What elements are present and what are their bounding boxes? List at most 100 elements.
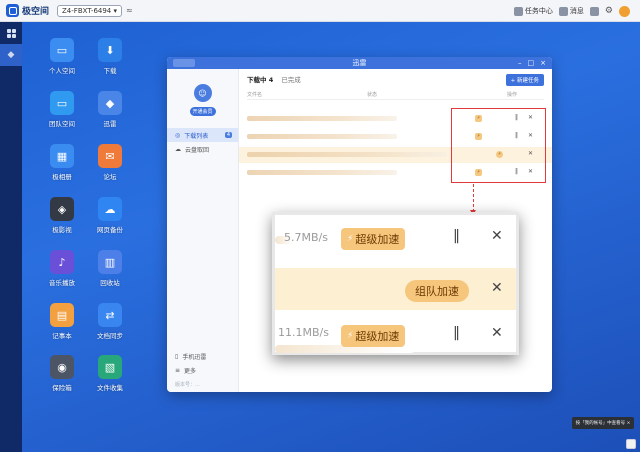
desktop-icon-label: 记事本	[52, 332, 72, 340]
desktop-icon[interactable]: ▭ 个人空间	[37, 38, 87, 75]
desktop-icon[interactable]: ◉ 保险箱	[37, 355, 87, 392]
sidebar-item-download-list[interactable]: ◎ 下载列表 4	[167, 128, 238, 142]
maximize-icon[interactable]: □	[528, 59, 535, 67]
task-name-blurred	[247, 170, 397, 175]
phone-icon: ▯	[175, 352, 179, 360]
desktop-icon-label: 论坛	[103, 173, 117, 181]
gear-icon[interactable]: ⚙	[605, 6, 613, 16]
desktop-icon-label: 文件收集	[97, 384, 123, 392]
desktop-icon[interactable]: ▥ 回收站	[85, 250, 135, 287]
app-icon: ♪	[50, 250, 74, 274]
sidebar-item-label: 手机迅雷	[182, 353, 207, 361]
column-action: 操作	[507, 92, 518, 98]
top-bar: 极空间 Z4-FBXT-6494 ▾ ≈ 任务中心 消息 ⚙	[0, 0, 640, 22]
app-icon: ◉	[50, 355, 74, 379]
zoom-callout: 5.7MB/s ⚡ 超级加速 ‖ ✕ 组队加速 ✕ 11.1MB/s ⚡ 超级加…	[272, 212, 519, 355]
bell-icon	[558, 6, 568, 16]
desktop-icon[interactable]: ⬇ 下载	[85, 38, 135, 75]
tab-downloading[interactable]: 下载中 4	[247, 74, 273, 84]
app-icon: ▭	[50, 38, 74, 62]
tab-completed[interactable]: 已完成	[281, 74, 301, 84]
corner-widget-icon[interactable]	[626, 439, 636, 449]
sidebar-item-label: 下载列表	[184, 132, 209, 140]
sidebar-item-more[interactable]: ≡ 更多	[167, 363, 239, 377]
desktop-icon-label: 团队空间	[49, 120, 75, 128]
wifi-icon: ≈	[126, 6, 133, 15]
column-name: 文件名	[247, 92, 263, 98]
app-icon: ▦	[50, 144, 74, 168]
callout-line	[473, 184, 474, 212]
task-center-button[interactable]: 任务中心	[513, 6, 553, 16]
app-icon: ▥	[98, 250, 122, 274]
close-icon[interactable]: ✕	[491, 280, 503, 296]
desktop-icon[interactable]: ▧ 文件收集	[85, 355, 135, 392]
desktop-icon-label: 迅雷	[103, 120, 117, 128]
task-name-blurred	[247, 152, 447, 157]
zoom-row: 组队加速 ✕	[275, 268, 516, 310]
pause-icon[interactable]: ‖	[453, 228, 460, 244]
app-icon: ✉	[98, 144, 122, 168]
app-icon: ▤	[50, 303, 74, 327]
desktop-icon[interactable]: ☁ 网页备份	[85, 197, 135, 234]
zoom-row: 5.7MB/s ⚡ 超级加速 ‖ ✕	[275, 219, 516, 261]
toast-notification[interactable]: 按「我的帐号」中查看号 ×	[572, 417, 634, 429]
app-icon: ⬇	[98, 38, 122, 62]
close-icon[interactable]: ✕	[491, 228, 503, 244]
task-center-icon	[513, 6, 523, 16]
new-task-button[interactable]: + 新建任务	[505, 74, 544, 86]
app-grid-button[interactable]	[0, 22, 22, 44]
desktop-icon-label: 极相册	[52, 173, 72, 181]
sidebar: ☺ 开通会员 ◎ 下载列表 4 ☁ 云盘取回 ▯ 手机迅雷 ≡ 更多 版本号：.…	[167, 69, 239, 392]
user-avatar-icon[interactable]: ☺	[193, 84, 212, 102]
app-icon: ▧	[98, 355, 122, 379]
window-tag	[173, 59, 195, 67]
desktop-icon-label: 下载	[103, 67, 117, 75]
desktop-icon[interactable]: ▤ 记事本	[37, 303, 87, 340]
desktop-icon-label: 回收站	[100, 279, 120, 287]
desktop-icon[interactable]: ✉ 论坛	[85, 144, 135, 181]
app-icon: ◈	[50, 197, 74, 221]
app-icon: ◆	[98, 91, 122, 115]
desktop-icon[interactable]: ▦ 极相册	[37, 144, 87, 181]
desktop-icon-label: 文档同步	[97, 332, 123, 340]
user-settings-icon[interactable]	[589, 6, 599, 16]
vip-button[interactable]: 开通会员	[189, 107, 216, 116]
device-selector[interactable]: Z4-FBXT-6494 ▾	[57, 4, 123, 17]
desktop-icon[interactable]: ♪ 音乐播放	[37, 250, 87, 287]
xunlei-dock-button[interactable]: ◆	[0, 44, 22, 66]
task-center-label: 任务中心	[524, 7, 553, 15]
messages-button[interactable]: 消息	[558, 6, 584, 16]
desktop-icon-label: 音乐播放	[49, 279, 75, 287]
super-boost-button[interactable]: ⚡ 超级加速	[341, 228, 406, 250]
desktop-icon[interactable]: ◆ 迅雷	[85, 91, 135, 128]
close-icon[interactable]: ×	[540, 59, 546, 67]
sidebar-item-label: 云盘取回	[185, 146, 210, 154]
team-boost-button[interactable]: 组队加速	[405, 280, 469, 302]
desktop-icon-label: 保险箱	[52, 384, 72, 392]
desktop-icon[interactable]: ⇄ 文档同步	[85, 303, 135, 340]
desktop-icon[interactable]: ◈ 极影视	[37, 197, 87, 234]
brand-logo: 极空间	[6, 4, 49, 17]
desktop-icon-label: 网页备份	[97, 226, 123, 234]
zoom-row: 11.1MB/s ⚡ 超级加速 ‖ ✕	[275, 315, 516, 357]
minimize-icon[interactable]: –	[518, 59, 522, 67]
table-header: 文件名 状态 操作	[247, 91, 544, 100]
brand-name: 极空间	[22, 7, 50, 17]
sidebar-item-cloud-retrieve[interactable]: ☁ 云盘取回	[167, 142, 238, 156]
app-icon: ⇄	[98, 303, 122, 327]
close-icon[interactable]: ✕	[491, 325, 503, 341]
version-label: 版本号：...	[175, 382, 200, 388]
left-dock: ◆	[0, 22, 22, 452]
super-boost-button[interactable]: ⚡ 超级加速	[341, 325, 406, 347]
task-name-blurred	[247, 116, 397, 121]
bird-icon: ◆	[7, 50, 15, 60]
desktop-icon-label: 个人空间	[49, 67, 75, 75]
avatar[interactable]	[619, 5, 630, 17]
bolt-icon: ⚡	[347, 234, 354, 244]
desktop-icon[interactable]: ▭ 团队空间	[37, 91, 87, 128]
bolt-icon: ⚡	[347, 331, 354, 341]
window-titlebar[interactable]: 迅雷 – □ ×	[167, 57, 552, 69]
sidebar-item-mobile[interactable]: ▯ 手机迅雷	[167, 349, 239, 363]
pause-icon[interactable]: ‖	[453, 325, 460, 341]
sidebar-item-label: 更多	[184, 367, 197, 375]
